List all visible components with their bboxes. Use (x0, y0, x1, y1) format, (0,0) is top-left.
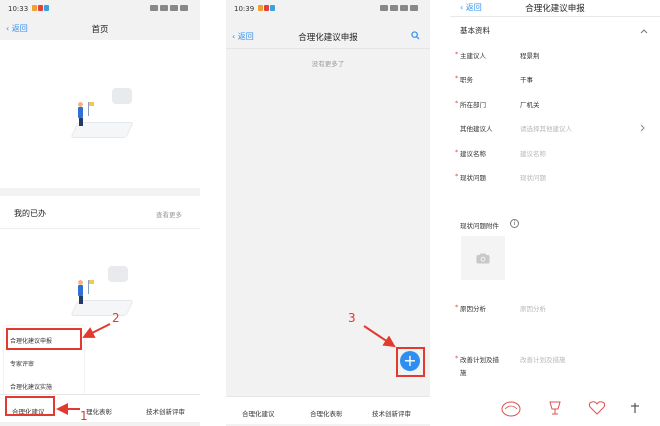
field-label: 主建议人 (460, 52, 486, 60)
page-title: 合理化建议申报 (525, 4, 585, 14)
required-mark: * (455, 50, 459, 58)
required-mark: * (455, 354, 459, 362)
field-label: 原因分析 (460, 305, 486, 313)
section-title: 基本资料 (460, 26, 490, 35)
trophy-icon (549, 401, 561, 415)
field-placeholder: 请选择其他建议人 (520, 125, 572, 133)
step-label-2: 2 (112, 311, 120, 325)
field-label: 职务 (460, 76, 473, 84)
field-value: 厂机关 (520, 101, 540, 109)
arrow-to-menu (82, 323, 111, 338)
upload-photo-button[interactable] (461, 236, 505, 280)
step-label-3: 3 (348, 311, 356, 325)
pin-icon (631, 403, 639, 413)
required-mark: * (455, 172, 459, 180)
home-screen: 10:33 ‹ 返回 首页 我的已办 查看更多 合理化建议申报 专家评审 合理化… (0, 0, 200, 426)
field-placeholder: 改善计划及措施 (520, 356, 566, 364)
bottom-decoration-bar (450, 394, 660, 426)
required-mark: * (455, 148, 459, 156)
heart-icon (588, 401, 606, 415)
field-placeholder: 原因分析 (520, 305, 546, 313)
info-glyph: i (513, 220, 516, 227)
tab-proposal[interactable]: 合理化建议 (242, 408, 275, 418)
tab-bar: 合理化建议 合理化表彰 技术创新评审 (226, 396, 430, 424)
field-label: 现状问题附件 (460, 222, 499, 230)
field-placeholder: 现状问题 (520, 174, 546, 182)
field-label-line2: 施 (460, 369, 467, 377)
proposal-list-screen: 10:39 ‹ 返回 合理化建议申报 没有更多了 + 3 合理化建议 合理化表彰… (226, 0, 430, 426)
camera-icon (476, 253, 490, 264)
required-mark: * (455, 303, 459, 311)
required-mark: * (455, 74, 459, 82)
annotation-arrow (363, 325, 396, 348)
annotation-arrows (56, 323, 111, 415)
field-label: 建议名称 (460, 150, 486, 158)
required-mark: * (455, 99, 459, 107)
field-label-line1: 改善计划及措 (460, 356, 499, 364)
proposal-form-screen: ‹ 返回 合理化建议申报 基本资料 * 主建议人 程景荆 * 职务 干事 * 所… (450, 0, 660, 426)
badge-icon (501, 401, 521, 417)
step-label-1: 1 (80, 409, 88, 423)
arrow-to-add (363, 325, 396, 348)
field-label: 所在部门 (460, 101, 486, 109)
tab-commendation[interactable]: 合理化表彰 (310, 408, 343, 418)
chevron-up-icon[interactable] (640, 28, 648, 34)
tab-innovation-review[interactable]: 技术创新评审 (372, 408, 411, 418)
divider (450, 16, 660, 17)
info-icon[interactable]: i (510, 219, 519, 228)
field-value: 程景荆 (520, 52, 540, 60)
field-placeholder: 建议名称 (520, 150, 546, 158)
field-label: 现状问题 (460, 174, 486, 182)
field-label: 其他建议人 (460, 125, 493, 133)
chevron-right-icon (640, 124, 645, 132)
field-value: 干事 (520, 76, 533, 84)
